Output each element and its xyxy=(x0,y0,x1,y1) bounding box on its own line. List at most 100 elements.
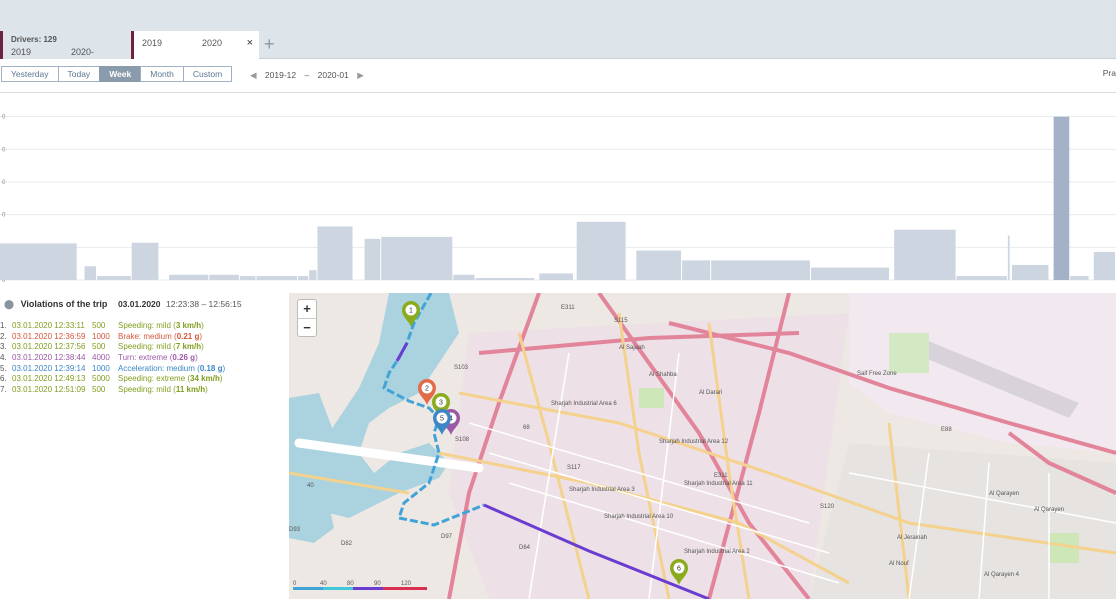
violation-row[interactable]: 7. 03.01.2020 12:51:09 500 Speeding: mild (… xyxy=(0,385,289,396)
map-label: D82 xyxy=(341,541,353,547)
violation-row[interactable]: 2. 03.01.2020 12:36:59 1000 Brake: medium (… xyxy=(0,332,289,343)
violation-text: Acceleration: medium ( xyxy=(118,363,200,373)
next-arrow-icon[interactable]: ▶ xyxy=(357,70,364,80)
chart-bar[interactable] xyxy=(539,273,573,280)
tab-drivers[interactable]: Drivers: 129 2019 2020- xyxy=(0,31,131,59)
y-tick-label: 0 xyxy=(2,115,6,121)
violation-datetime: 03.01.2020 12:49:13 xyxy=(12,374,86,384)
map-canvas[interactable]: 123456 E311 S115 Al Sajaah Al Shahba Al … xyxy=(289,293,1116,599)
chart-bar[interactable] xyxy=(956,276,1007,280)
period-selector: Yesterday Today Week Month Custom xyxy=(1,66,233,82)
tab-title: Drivers: 129 xyxy=(11,35,57,44)
map-label: D64 xyxy=(519,545,531,551)
violation-row[interactable]: 6. 03.01.2020 12:49:13 5000 Speeding: extre… xyxy=(0,374,289,385)
violation-amount: 7 km/h xyxy=(175,342,202,352)
zoom-in-button[interactable]: + xyxy=(298,300,316,318)
map-label: S103 xyxy=(454,365,469,371)
chart-bar[interactable] xyxy=(475,278,535,280)
violation-amount: 0.21 g xyxy=(176,331,200,341)
chart-bar[interactable] xyxy=(636,250,682,280)
industrial-area xyxy=(449,313,849,599)
chart-bar[interactable] xyxy=(317,226,353,280)
violation-amount: 0.26 g xyxy=(172,353,196,363)
map-label: Al Jerainah xyxy=(897,535,927,541)
violations-panel: ⬤ Violations of the trip 03.01.2020 12:2… xyxy=(0,293,289,599)
map-label: Al Shahba xyxy=(649,372,677,378)
map-label: Sharjah Industrial Area 3 xyxy=(569,487,635,493)
violation-text: Turn: extreme ( xyxy=(118,353,173,363)
chart-bar[interactable] xyxy=(131,242,159,280)
chart-bar[interactable] xyxy=(298,276,309,280)
violation-amount: 34 km/h xyxy=(190,374,220,384)
tab-active[interactable]: 2019 2020 × xyxy=(131,31,259,59)
tab-range: 2019 2020- xyxy=(11,47,123,57)
chart-bar[interactable] xyxy=(1093,251,1115,280)
period-week-button[interactable]: Week xyxy=(99,66,142,82)
map-label: E88 xyxy=(941,427,952,433)
map-label: Al Qarayen xyxy=(1034,507,1064,513)
trip-time-range: 12:23:38 – 12:56:15 xyxy=(166,299,242,309)
chart-bar[interactable] xyxy=(811,267,890,280)
period-month-button[interactable]: Month xyxy=(140,66,184,82)
chart-bar[interactable] xyxy=(1012,264,1049,280)
violation-end: ) xyxy=(222,363,226,373)
truncated-label: Pra xyxy=(1102,68,1116,78)
chart-bar[interactable] xyxy=(0,243,77,280)
period-yesterday-button[interactable]: Yesterday xyxy=(1,66,59,82)
date-separator: – xyxy=(304,70,310,80)
chart-bar[interactable] xyxy=(97,276,131,280)
y-tick-label: 0 xyxy=(2,180,6,186)
marker-number: 3 xyxy=(439,400,443,407)
map-label: Saif Free Zone xyxy=(857,371,897,377)
map-label: 68 xyxy=(523,425,530,431)
chart-bar[interactable] xyxy=(169,274,209,280)
chart-bar[interactable] xyxy=(711,260,811,280)
chart-bar[interactable] xyxy=(682,260,711,280)
chart-bar[interactable] xyxy=(364,238,381,280)
chart-bar[interactable] xyxy=(256,276,298,280)
chart-bar[interactable] xyxy=(1070,276,1089,280)
chart-bar[interactable] xyxy=(453,274,475,280)
chart-bar[interactable] xyxy=(894,229,956,280)
chart-bar[interactable] xyxy=(309,270,317,280)
chart-bar[interactable] xyxy=(209,274,239,280)
violation-row[interactable]: 5. 03.01.2020 12:39:14 1000 Acceleration: m… xyxy=(0,364,289,375)
chart-bar[interactable] xyxy=(84,266,97,280)
tab-from: 2019 xyxy=(11,47,32,57)
violation-row[interactable]: 3. 03.01.2020 12:37:56 500 Speeding: mild (… xyxy=(0,342,289,353)
park-area xyxy=(889,333,929,373)
chart-bar[interactable] xyxy=(1053,116,1070,281)
tab-to: 2020- xyxy=(71,47,95,57)
chart-bar[interactable] xyxy=(1007,235,1010,280)
trip-date: 03.01.2020 xyxy=(117,299,161,309)
trip-map[interactable]: 123456 E311 S115 Al Sajaah Al Shahba Al … xyxy=(289,293,1116,599)
period-custom-button[interactable]: Custom xyxy=(182,66,233,82)
legend-tick: 120 xyxy=(401,581,412,587)
violation-number: 6. xyxy=(0,374,7,384)
close-icon[interactable]: × xyxy=(247,37,253,49)
map-label: Al Sajaah xyxy=(619,345,645,351)
prev-arrow-icon[interactable]: ◀ xyxy=(250,70,257,80)
period-today-button[interactable]: Today xyxy=(57,66,101,82)
toolbar: Yesterday Today Week Month Custom ◀ 2019-12 … xyxy=(0,59,1116,93)
violation-datetime: 03.01.2020 12:37:56 xyxy=(12,342,86,352)
tab-bar: Drivers: 129 2019 2020- 2019 2020 × + xyxy=(0,0,1116,59)
violation-text: Speeding: extreme ( xyxy=(118,374,191,384)
map-label: S115 xyxy=(614,318,628,324)
violation-row[interactable]: 4. 03.01.2020 12:38:44 4000 Turn: extreme (… xyxy=(0,353,289,364)
chart-bar[interactable] xyxy=(239,276,256,280)
zoom-out-button[interactable]: − xyxy=(298,318,316,336)
add-tab-icon[interactable]: + xyxy=(264,34,275,55)
violation-row[interactable]: 1. 03.01.2020 12:33:11 500 Speeding: mild (… xyxy=(0,321,289,332)
marker-number: 6 xyxy=(677,566,681,573)
map-label: Al Qarayen 4 xyxy=(984,572,1020,578)
violation-number: 2. xyxy=(0,331,7,341)
map-label: D97 xyxy=(441,534,453,540)
violation-text: Speeding: mild ( xyxy=(118,321,176,330)
violation-end: ) xyxy=(201,342,204,352)
violation-datetime: 03.01.2020 12:51:09 xyxy=(12,385,86,395)
violation-text: Speeding: mild ( xyxy=(118,385,176,395)
violation-points: 1000 xyxy=(92,363,110,373)
chart-bar[interactable] xyxy=(381,236,453,280)
chart-bar[interactable] xyxy=(576,221,626,280)
